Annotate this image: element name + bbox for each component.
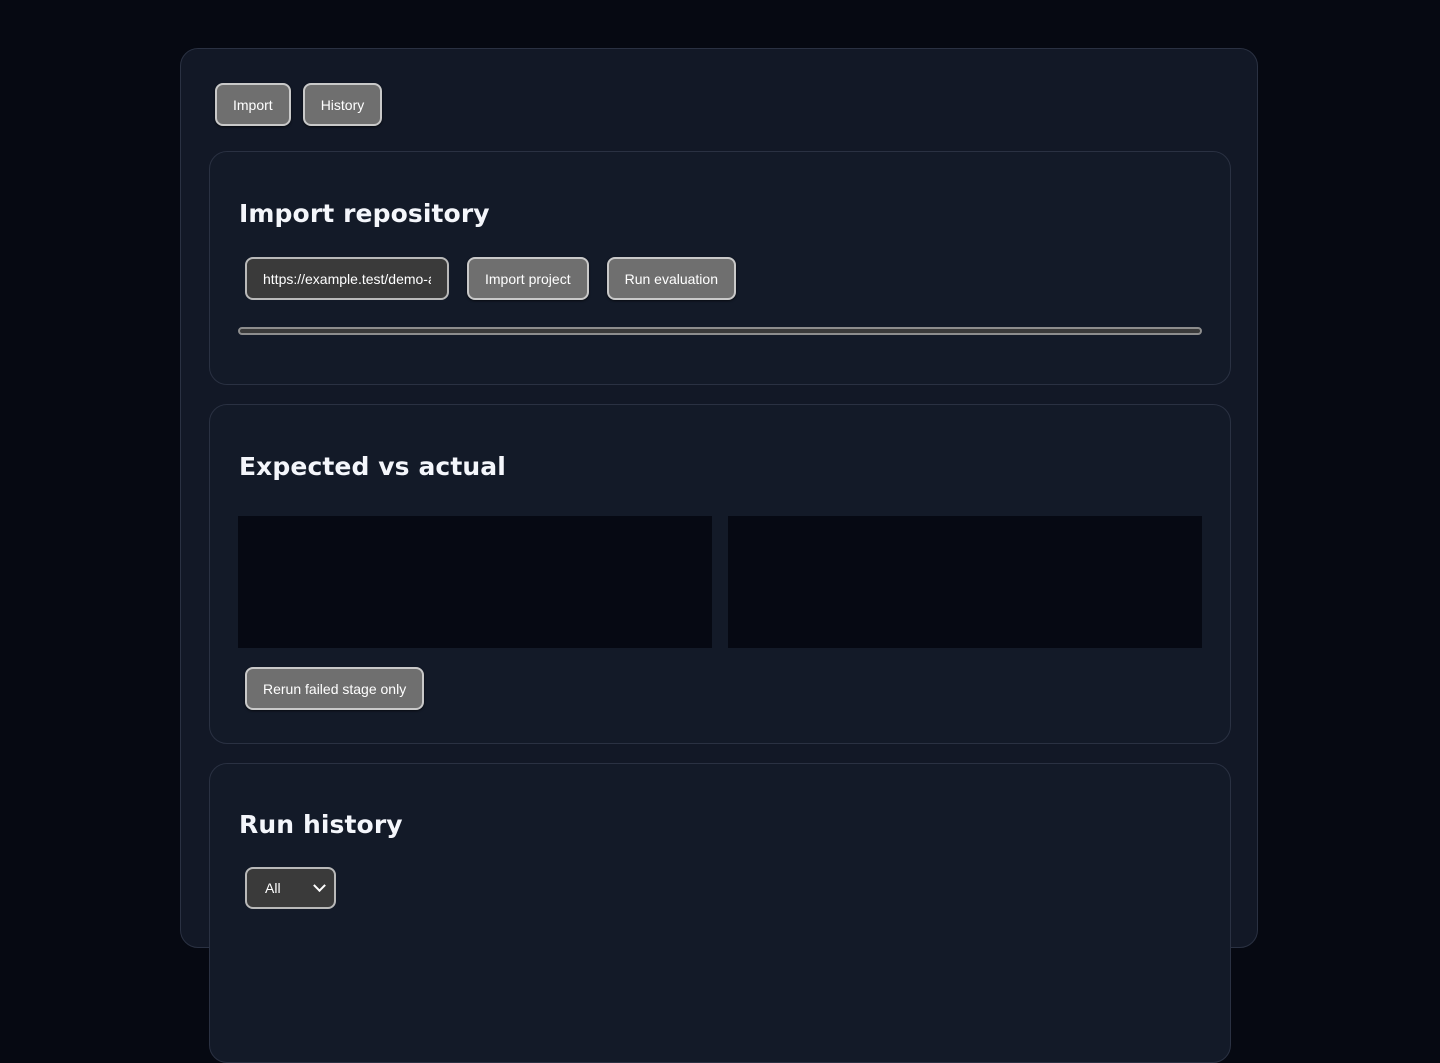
expected-vs-actual-title: Expected vs actual — [239, 452, 506, 481]
actual-output-pane — [728, 516, 1202, 648]
expected-vs-actual-panel: Expected vs actual Rerun failed stage on… — [209, 404, 1231, 744]
import-repository-title: Import repository — [239, 199, 490, 228]
nav-history-button[interactable]: History — [302, 83, 383, 126]
nav-import-button[interactable]: Import — [215, 83, 291, 126]
import-repository-panel: Import repository Import project Run eva… — [209, 151, 1231, 385]
history-filter-select[interactable]: All — [245, 867, 336, 909]
app-shell: Import History Import repository Import … — [180, 48, 1258, 1063]
run-history-panel: Run history All — [209, 763, 1231, 1063]
import-progress-bar — [238, 327, 1202, 335]
expected-output-pane — [238, 516, 712, 648]
import-controls: Import project Run evaluation — [245, 257, 736, 300]
run-history-title: Run history — [239, 810, 403, 839]
history-filter-value: All — [265, 880, 281, 896]
comparison-panes — [238, 516, 1202, 648]
top-nav: Import History — [215, 83, 383, 126]
run-evaluation-button[interactable]: Run evaluation — [606, 257, 736, 300]
chevron-down-icon — [313, 878, 326, 892]
rerun-failed-stage-button[interactable]: Rerun failed stage only — [245, 667, 425, 710]
repo-url-input[interactable] — [245, 257, 449, 300]
import-project-button[interactable]: Import project — [467, 257, 589, 300]
